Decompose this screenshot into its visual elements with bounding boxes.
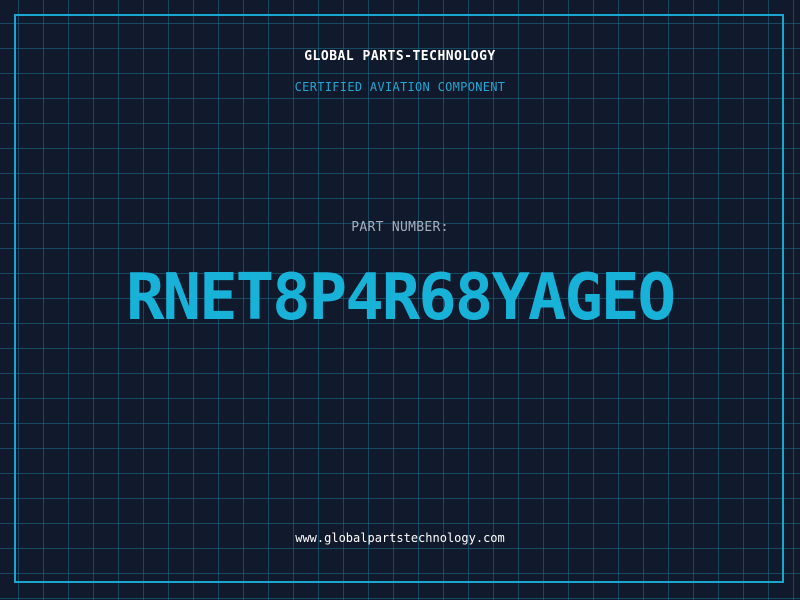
website-url: www.globalpartstechnology.com bbox=[295, 531, 505, 545]
label-card: GLOBAL PARTS-TECHNOLOGY CERTIFIED AVIATI… bbox=[0, 0, 800, 600]
company-name: GLOBAL PARTS-TECHNOLOGY bbox=[304, 49, 496, 64]
certification-tagline: CERTIFIED AVIATION COMPONENT bbox=[294, 80, 506, 94]
part-number-value: RNET8P4R68YAGEO bbox=[126, 261, 676, 335]
part-number-label: PART NUMBER: bbox=[351, 220, 449, 235]
